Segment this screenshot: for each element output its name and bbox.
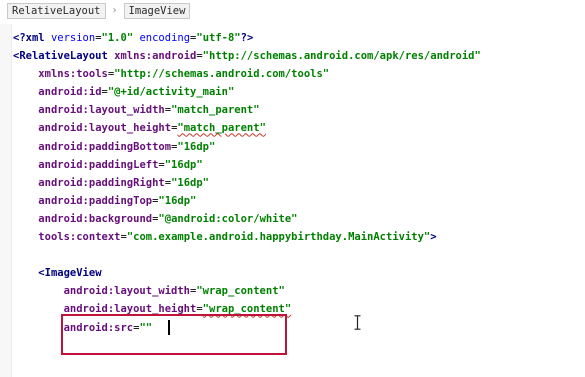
highlight-annotation-box <box>61 314 287 355</box>
code-token: version <box>50 32 96 44</box>
code-token: "com.example.android.happybirthday.MainA… <box>126 231 431 244</box>
code-token: encoding <box>139 32 191 44</box>
code-token: android:background <box>38 212 153 225</box>
code-token: "@android:color/white" <box>158 212 298 225</box>
code-token: xmlns:android <box>114 50 197 63</box>
code-line[interactable]: tools:context="com.example.android.happy… <box>13 228 481 246</box>
code-token: android:paddingRight <box>38 176 165 189</box>
code-line[interactable]: android:paddingBottom="16dp" <box>13 138 481 156</box>
editor-gutter[interactable] <box>0 24 12 377</box>
code-line[interactable]: android:id="@+id/activity_main" <box>13 83 481 101</box>
code-line[interactable]: <ImageView <box>13 264 481 282</box>
code-token: "16dp" <box>177 140 216 153</box>
code-token: "match_parent" <box>171 104 260 117</box>
code-line[interactable]: <?xml version="1.0" encoding="utf-8"?> <box>13 29 481 47</box>
code-token: "1.0" <box>101 32 134 44</box>
code-token: "utf-8" <box>196 32 241 44</box>
breadcrumb-separator-icon: › <box>111 5 118 16</box>
code-line[interactable]: android:paddingRight="16dp" <box>13 174 481 192</box>
breadcrumb-item-relativelayout[interactable]: RelativeLayout <box>7 3 106 19</box>
code-token: "16dp" <box>158 194 197 207</box>
code-token: xmlns:tools <box>38 68 108 81</box>
xml-code-editor[interactable]: RelativeLayout › ImageView <?xml version… <box>0 0 585 377</box>
code-token: "@+id/activity_main" <box>107 86 235 99</box>
code-token: "http://schemas.android.com/apk/res/andr… <box>202 50 481 63</box>
code-token: "wrap_content" <box>196 285 285 298</box>
code-line[interactable]: android:layout_width="match_parent" <box>13 101 481 119</box>
text-caret <box>168 320 170 335</box>
code-token: <RelativeLayout <box>13 50 115 63</box>
code-line[interactable]: android:paddingLeft="16dp" <box>13 156 481 174</box>
code-token: android:id <box>38 86 102 99</box>
breadcrumb-item-imageview[interactable]: ImageView <box>123 3 191 19</box>
code-token: android:layout_width <box>63 285 191 298</box>
code-line[interactable]: android:layout_width="wrap_content" <box>13 282 481 300</box>
code-token: > <box>430 231 437 244</box>
code-line[interactable]: xmlns:tools="http://schemas.android.com/… <box>13 65 481 83</box>
code-line[interactable]: android:paddingTop="16dp" <box>13 192 481 210</box>
text-ibeam-cursor-icon <box>354 315 361 330</box>
breadcrumb: RelativeLayout › ImageView <box>7 3 191 19</box>
code-token: "16dp" <box>164 158 203 171</box>
code-token: <?xml <box>13 32 51 44</box>
code-token: android:layout_width <box>38 104 165 117</box>
code-area[interactable]: <?xml version="1.0" encoding="utf-8"?> <R… <box>13 29 481 337</box>
code-line[interactable]: android:layout_height="match_parent" <box>13 119 481 137</box>
code-token: tools:context <box>38 231 121 244</box>
code-line[interactable]: android:background="@android:color/white… <box>13 210 481 228</box>
code-line[interactable] <box>13 246 481 264</box>
code-token: "http://schemas.android.com/tools" <box>114 68 330 81</box>
code-token: <ImageView <box>38 267 102 280</box>
code-token: android:layout_height <box>38 122 172 135</box>
code-token: android:paddingTop <box>38 194 153 207</box>
code-line[interactable]: <RelativeLayout xmlns:android="http://sc… <box>13 47 481 65</box>
code-token: "match_parent" <box>177 122 266 135</box>
code-token: ?> <box>240 32 254 44</box>
code-token: "16dp" <box>171 176 209 189</box>
code-token: android:paddingBottom <box>38 140 172 153</box>
code-token: android:paddingLeft <box>38 158 159 171</box>
